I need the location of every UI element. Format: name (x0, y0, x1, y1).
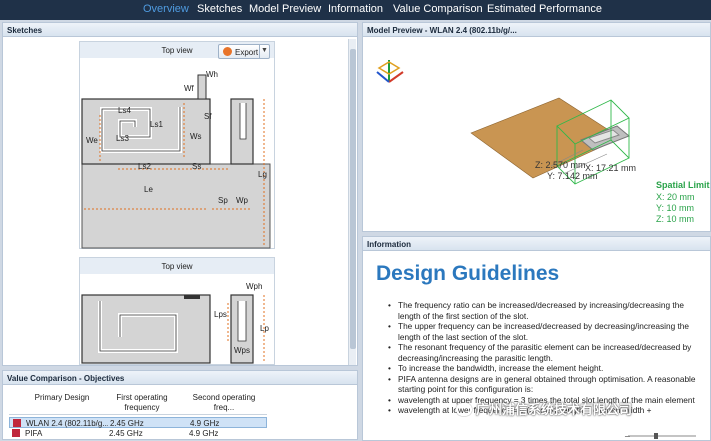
value-comparison-panel: Value Comparison - Objectives Primary De… (2, 370, 358, 440)
information-header: Information (363, 237, 710, 251)
value-comparison-header: Value Comparison - Objectives (3, 371, 357, 385)
spatial-limit-title: Spatial Limit (656, 180, 710, 190)
tab-sketches[interactable]: Sketches (197, 3, 242, 15)
dim-label-ws: Ws (190, 132, 202, 141)
top-navigation-bar: Overview Sketches Model Preview Informat… (0, 0, 711, 20)
sketches-scrollbar[interactable] (348, 39, 356, 365)
first-frequency-value: 2.45 GHz (109, 429, 143, 438)
dim-label-wp: Wp (236, 196, 248, 205)
dim-label-lp: Lp (260, 324, 269, 333)
dim-label-lps: Lps (214, 310, 227, 319)
axis-triad-icon (376, 60, 404, 83)
column-header-primary-design[interactable]: Primary Design (27, 393, 97, 403)
dim-y-readout: Y: 7.142 mm (547, 171, 598, 181)
second-frequency-value: 4.9 GHz (189, 429, 219, 438)
top-view-title-2: Top view (80, 258, 274, 274)
dim-label-ls2: Ls2 (138, 162, 151, 171)
dim-label-ss: Ss (192, 162, 202, 171)
sketches-header: Sketches (3, 23, 357, 37)
first-frequency-value: 2.45 GHz (110, 419, 144, 428)
dim-label-we: We (86, 136, 98, 145)
dim-label-sp: Sp (218, 196, 228, 205)
guideline-item: The resonant frequency of the parasitic … (386, 342, 696, 363)
dim-label-wph: Wph (246, 282, 263, 291)
sketch-card-top-view-2: Top view Wph Lps Lp Wps (79, 257, 275, 365)
export-label: Export (235, 48, 259, 57)
spatial-limit-z: Z: 10 mm (656, 214, 695, 224)
guideline-item: The frequency ratio can be increased/dec… (386, 300, 696, 321)
design-guidelines-title: Design Guidelines (376, 262, 560, 285)
column-header-second-frequency[interactable]: Second operating freq... (189, 393, 259, 413)
guideline-item: PIFA antenna designs are in general obta… (386, 374, 696, 395)
dim-label-sf: Sf (204, 112, 212, 121)
design-color-swatch (12, 429, 20, 437)
guideline-item: The upper frequency can be increased/dec… (386, 321, 696, 342)
column-header-first-frequency[interactable]: First operating frequency (107, 393, 177, 413)
table-row[interactable]: WLAN 2.4 (802.11b/g... 2.45 GHz 4.9 GHz (9, 417, 267, 428)
table-row[interactable]: PIFA 2.45 GHz 4.9 GHz (9, 428, 267, 439)
spatial-limit-y: Y: 10 mm (656, 203, 695, 213)
tab-estimated-performance[interactable]: Estimated Performance (487, 3, 602, 15)
design-name: PIFA (25, 429, 43, 438)
model-preview-header: Model Preview - WLAN 2.4 (802.11b/g/... (363, 23, 710, 37)
design-name: WLAN 2.4 (802.11b/g... (26, 419, 108, 428)
svg-text:−: − (624, 432, 631, 440)
export-icon (223, 47, 232, 56)
dim-label-ls1: Ls1 (150, 120, 163, 129)
tab-model-preview[interactable]: Model Preview (249, 3, 321, 15)
value-comparison-column-headers: Primary Design First operating frequency… (9, 389, 267, 415)
design-color-swatch (13, 419, 21, 427)
sketch-card-top-view-1: Top view Export ▼ Wh Wf Sf Ls4 Ls1 Ls3 W… (79, 41, 275, 249)
dim-label-wh: Wh (206, 70, 218, 79)
antenna-top-view-drawing (81, 74, 271, 249)
tab-overview[interactable]: Overview (143, 3, 189, 15)
dim-label-wf: Wf (184, 84, 194, 93)
dim-label-le: Le (144, 185, 153, 194)
spatial-limit-x: X: 20 mm (656, 192, 695, 202)
watermark: 广州浦信系统技术有限公司 (456, 399, 632, 418)
guideline-item: To increase the bandwidth, increase the … (386, 363, 696, 374)
sketches-scroll-thumb[interactable] (350, 49, 356, 349)
dim-z-readout: Z: 2.570 mm (535, 160, 586, 170)
chevron-down-icon[interactable]: ▼ (259, 45, 269, 58)
watermark-text: 广州浦信系统技术有限公司 (476, 402, 633, 417)
dim-label-lg: Lg (258, 170, 267, 179)
tab-value-comparison[interactable]: Value Comparison (393, 3, 483, 15)
sketches-panel: Sketches Top view Export ▼ Wh Wf Sf Ls4 … (2, 22, 358, 366)
dim-label-ls4: Ls4 (118, 106, 131, 115)
tab-information[interactable]: Information (328, 3, 383, 15)
wechat-icon (456, 403, 472, 416)
second-frequency-value: 4.9 GHz (190, 419, 220, 428)
dim-label-wps: Wps (234, 346, 250, 355)
zoom-slider[interactable]: − (624, 432, 700, 440)
export-button[interactable]: Export ▼ (218, 44, 270, 59)
dim-label-ls3: Ls3 (116, 134, 129, 143)
